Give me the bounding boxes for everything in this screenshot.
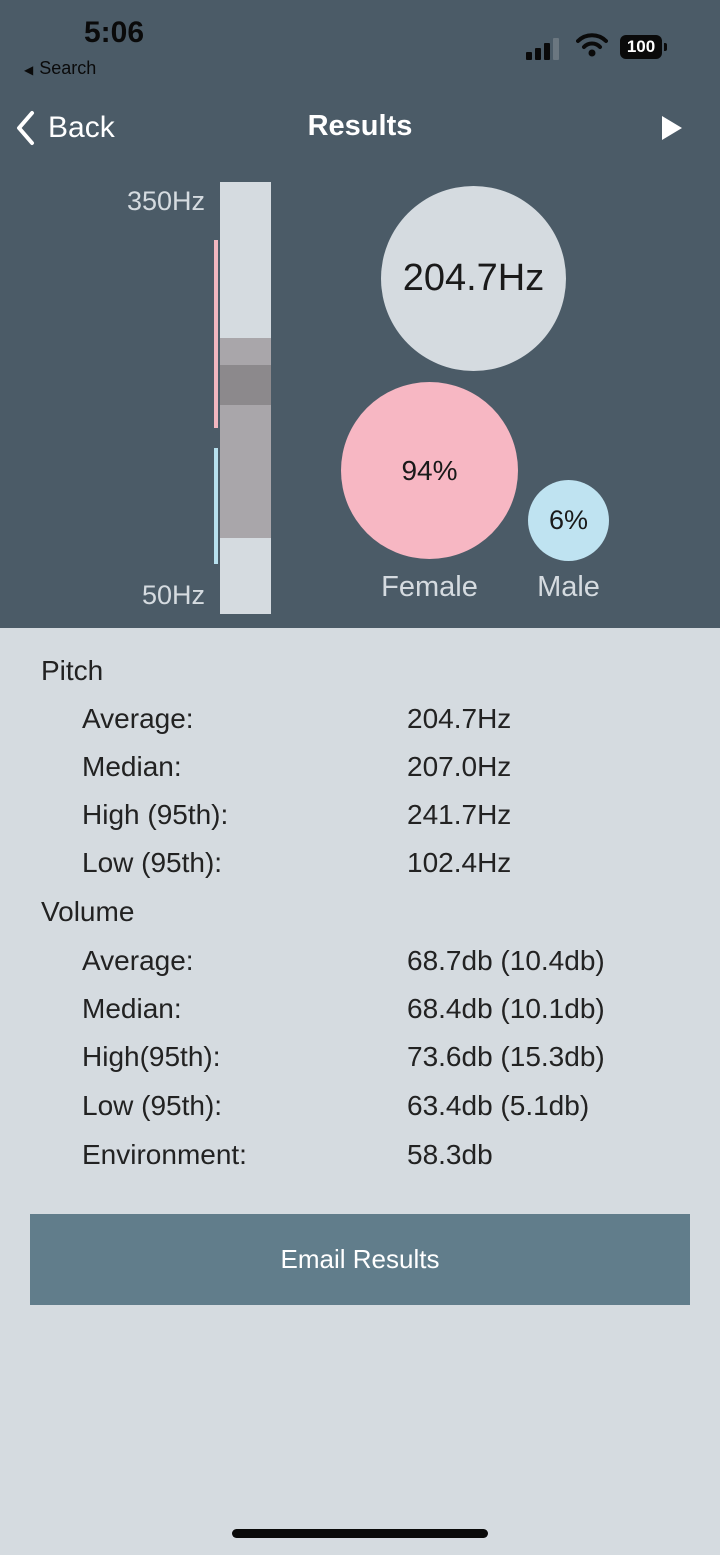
volume-environment-label: Environment: <box>82 1139 247 1170</box>
average-pitch-value: 204.7Hz <box>402 257 545 299</box>
back-triangle-icon: ◀ <box>24 63 34 77</box>
home-indicator[interactable] <box>232 1529 488 1538</box>
status-time: 5:06 <box>84 16 145 49</box>
volume-median-value: 68.4db (10.1db) <box>407 993 605 1024</box>
volume-low-value: 63.4db (5.1db) <box>407 1090 590 1121</box>
volume-low-label: Low (95th): <box>82 1090 223 1121</box>
volume-average-label: Average: <box>82 945 194 976</box>
volume-high-value: 73.6db (15.3db) <box>407 1041 605 1072</box>
wifi-icon <box>576 33 608 57</box>
pitch-median-value: 207.0Hz <box>407 751 512 782</box>
back-to-app-link[interactable]: ◀ Search <box>24 58 96 79</box>
back-app-label: Search <box>39 58 97 78</box>
results-header-panel <box>0 0 720 628</box>
page-title: Results <box>307 110 413 142</box>
email-results-button[interactable]: Email Results <box>30 1214 690 1305</box>
volume-average-value: 68.7db (10.4db) <box>407 945 605 976</box>
male-percent-circle: 6% <box>528 480 609 561</box>
pitch-median-band <box>220 365 271 405</box>
pitch-high-value: 241.7Hz <box>407 799 512 830</box>
play-icon[interactable] <box>652 110 688 146</box>
cellular-signal-icon <box>526 36 562 60</box>
female-percent-value: 94% <box>401 454 458 486</box>
pitch-average-label: Average: <box>82 703 194 734</box>
volume-median-label: Median: <box>82 993 182 1024</box>
female-label: Female <box>381 571 478 603</box>
female-percent-circle: 94% <box>341 382 518 559</box>
pitch-heading: Pitch <box>41 655 104 686</box>
average-pitch-circle: 204.7Hz <box>381 186 566 371</box>
pitch-low-label: Low (95th): <box>82 847 223 878</box>
male-percent-value: 6% <box>548 505 589 535</box>
pitch-median-label: Median: <box>82 751 182 782</box>
battery-icon: 100 <box>620 35 667 59</box>
pitch-scale-min-label: 50Hz <box>141 580 205 610</box>
volume-environment-value: 58.3db <box>407 1139 493 1170</box>
pitch-high-label: High (95th): <box>82 799 229 830</box>
male-range-marker <box>214 448 218 564</box>
pitch-low-value: 102.4Hz <box>407 847 512 878</box>
male-label: Male <box>537 571 600 603</box>
volume-heading: Volume <box>41 896 135 927</box>
female-range-marker <box>214 240 218 428</box>
pitch-average-value: 204.7Hz <box>407 703 512 734</box>
battery-level: 100 <box>626 37 656 56</box>
pitch-scale-max-label: 350Hz <box>126 186 205 216</box>
volume-high-label: High(95th): <box>82 1041 221 1072</box>
